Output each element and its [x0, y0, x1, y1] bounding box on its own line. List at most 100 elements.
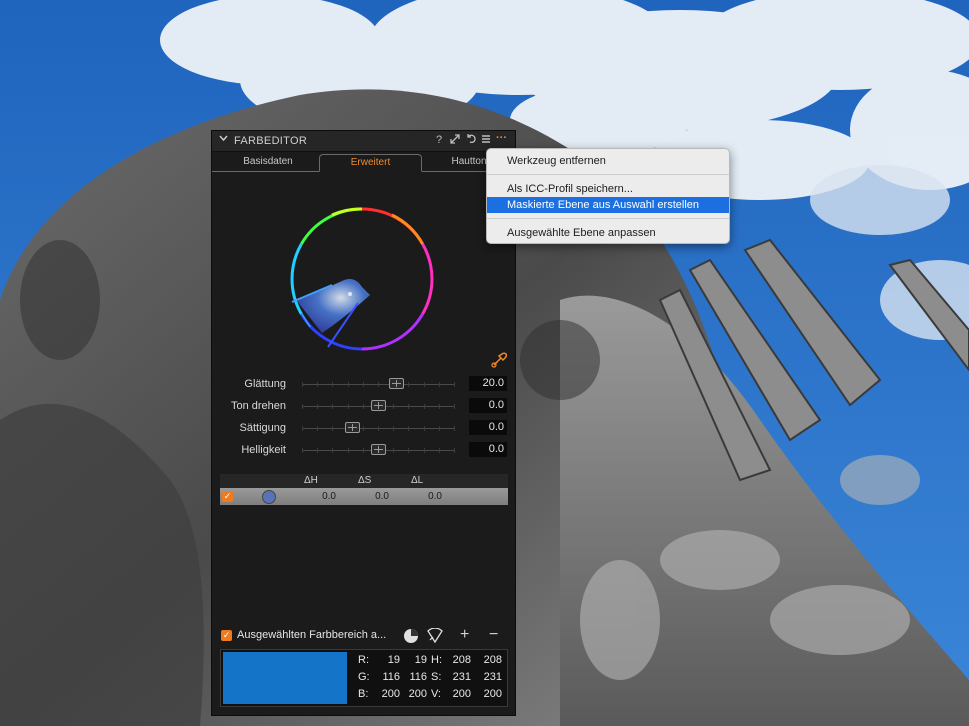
row-checkbox[interactable]: ✓ [222, 491, 233, 502]
slider-tick [363, 448, 364, 453]
slider-value-field[interactable]: 0.0 [469, 442, 507, 457]
s-value-1: 231 [452, 671, 471, 683]
more-options-icon[interactable]: ··· [496, 132, 507, 144]
slider-label: Ton drehen [230, 400, 286, 412]
slider-tick [408, 404, 409, 409]
list-icon[interactable] [481, 134, 491, 147]
b-label: B: [358, 688, 369, 700]
menu-item-create-masked-layer[interactable]: Maskierte Ebene aus Auswahl erstellen [487, 197, 729, 213]
v-label: V: [431, 688, 441, 700]
slider-glaettung: Glättung 20.0 [212, 376, 515, 394]
panel-title: FARBEDITOR [234, 135, 308, 147]
slider-track[interactable] [302, 378, 455, 389]
slider-track[interactable] [302, 444, 455, 455]
slider-knob[interactable] [389, 378, 404, 389]
sampled-color-swatch [223, 652, 347, 704]
h-label: H: [431, 654, 442, 666]
slider-value-field[interactable]: 0.0 [469, 398, 507, 413]
slider-tick [439, 382, 440, 387]
slider-value-field[interactable]: 20.0 [469, 376, 507, 391]
s-label: S: [431, 671, 442, 683]
table-row[interactable]: ✓ 0.0 0.0 0.0 [220, 488, 508, 505]
slider-tick [454, 404, 455, 409]
help-icon[interactable]: ? [436, 134, 442, 146]
menu-separator [487, 218, 729, 219]
collapse-chevron-icon[interactable] [219, 134, 228, 146]
g-value-2: 116 [409, 671, 427, 683]
slider-tick [302, 426, 303, 431]
slider-tick [378, 426, 379, 431]
h-value-2: 208 [483, 654, 502, 666]
menu-item-remove-tool[interactable]: Werkzeug entfernen [487, 153, 729, 169]
row-ds-value: 0.0 [375, 491, 389, 502]
slider-tick [439, 426, 440, 431]
slider-tick [317, 404, 318, 409]
slider-track[interactable] [302, 400, 455, 411]
menu-item-save-icc-profile[interactable]: Als ICC-Profil speichern... [487, 181, 729, 197]
slider-tick [348, 382, 349, 387]
slider-tick [393, 448, 394, 453]
slider-tick [302, 382, 303, 387]
selected-range-label: Ausgewählten Farbbereich a... [237, 629, 387, 641]
slider-tick [454, 448, 455, 453]
slider-tick [317, 382, 318, 387]
r-value-2: 19 [414, 654, 427, 666]
slider-tick [332, 448, 333, 453]
color-wheel[interactable] [282, 199, 442, 359]
slider-tick [332, 382, 333, 387]
tab-erweitert[interactable]: Erweitert [319, 154, 422, 172]
slider-tick [378, 382, 379, 387]
slider-knob[interactable] [345, 422, 360, 433]
slider-track[interactable] [302, 422, 455, 433]
slider-tick [408, 382, 409, 387]
slider-helligkeit: Helligkeit 0.0 [212, 442, 515, 460]
slider-tick [408, 426, 409, 431]
tab-basisdaten[interactable]: Basisdaten [218, 155, 318, 171]
slider-tick [454, 426, 455, 431]
slider-tick [332, 426, 333, 431]
slider-tick [302, 448, 303, 453]
column-header-dh: ΔH [304, 475, 318, 486]
slider-tick [363, 382, 364, 387]
g-value-1: 116 [382, 671, 400, 683]
color-picker-icon[interactable] [491, 352, 508, 371]
color-editor-panel: FARBEDITOR ? ··· Basisdaten Erweitert Ha… [211, 130, 516, 716]
range-picker-icon[interactable] [427, 627, 443, 647]
row-dh-value: 0.0 [322, 491, 336, 502]
slider-tick [454, 382, 455, 387]
slider-tick [439, 404, 440, 409]
color-wheel-picker-icon[interactable] [403, 628, 419, 647]
slider-tick [317, 448, 318, 453]
slider-knob[interactable] [371, 400, 386, 411]
b-value-2: 200 [408, 688, 427, 700]
slider-tick [393, 404, 394, 409]
r-label: R: [358, 654, 369, 666]
slider-tick [424, 382, 425, 387]
s-value-2: 231 [483, 671, 502, 683]
expand-icon[interactable] [450, 134, 460, 147]
context-menu: Werkzeug entfernen Als ICC-Profil speich… [486, 148, 730, 244]
menu-item-adjust-selected-layer[interactable]: Ausgewählte Ebene anpassen [487, 225, 729, 241]
h-value-1: 208 [452, 654, 471, 666]
remove-range-button[interactable]: − [489, 626, 498, 644]
column-header-ds: ΔS [358, 475, 372, 486]
slider-label: Helligkeit [241, 444, 286, 456]
slider-value-field[interactable]: 0.0 [469, 420, 507, 435]
slider-tick [393, 426, 394, 431]
b-value-1: 200 [381, 688, 400, 700]
row-dl-value: 0.0 [428, 491, 442, 502]
slider-tick [332, 404, 333, 409]
selected-range-bar: ✓ Ausgewählten Farbbereich a... + − [212, 626, 515, 647]
slider-tick [348, 448, 349, 453]
slider-tick [302, 404, 303, 409]
add-range-button[interactable]: + [460, 626, 469, 644]
reset-icon[interactable] [466, 134, 476, 147]
r-value-1: 19 [387, 654, 400, 666]
color-readout: R: 19 19 H: 208 208 G: 116 116 S: 231 23… [220, 649, 508, 707]
panel-header: FARBEDITOR ? ··· [212, 131, 515, 152]
column-header-dl: ΔL [411, 475, 424, 486]
slider-knob[interactable] [371, 444, 386, 455]
v-value-2: 200 [483, 688, 502, 700]
slider-tick [439, 448, 440, 453]
selected-range-checkbox[interactable]: ✓ [221, 630, 232, 641]
